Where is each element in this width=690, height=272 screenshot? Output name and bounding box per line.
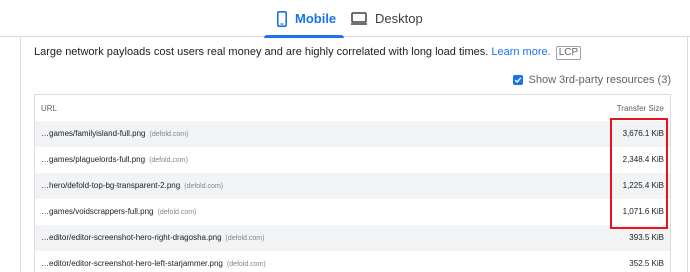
tab-desktop-label: Desktop <box>375 11 423 26</box>
table-header: URL Transfer Size <box>35 95 670 121</box>
tab-mobile[interactable]: Mobile <box>264 0 344 38</box>
row-host: (defold.com) <box>157 209 197 216</box>
row-url: …hero/defold-top-bg-transparent-2.png (de… <box>41 181 224 190</box>
third-party-toggle[interactable]: Show 3rd-party resources (3) <box>512 74 671 86</box>
row-host: (defold.com) <box>226 261 266 268</box>
column-header-transfer-size: Transfer Size <box>616 104 664 113</box>
checkbox-checked-icon[interactable] <box>512 75 523 85</box>
description-text: Large network payloads cost users real m… <box>34 46 492 58</box>
table-row[interactable]: …games/familyisland-full.png (defold.com)… <box>35 121 670 147</box>
row-host: (defold.com) <box>149 131 189 138</box>
row-url: …editor/editor-screenshot-hero-left-star… <box>41 259 266 268</box>
table-row[interactable]: …games/plaguelords-full.png (defold.com) … <box>35 147 670 173</box>
lcp-badge: LCP <box>555 46 582 60</box>
third-party-label: Show 3rd-party resources (3) <box>528 74 671 86</box>
table-row[interactable]: …hero/defold-top-bg-transparent-2.png (de… <box>35 173 670 199</box>
row-host: (defold.com) <box>225 235 265 242</box>
highlight-annotation-box <box>610 118 668 229</box>
row-transfer-size: 393.5 KiB <box>629 233 664 242</box>
device-tabs: Mobile Desktop <box>0 0 690 38</box>
learn-more-link[interactable]: Learn more. <box>491 46 550 58</box>
row-host: (defold.com) <box>184 183 224 190</box>
tab-desktop[interactable]: Desktop <box>351 0 423 37</box>
row-url: …games/plaguelords-full.png (defold.com) <box>41 155 188 164</box>
audit-description: Large network payloads cost users real m… <box>34 46 582 60</box>
table-row[interactable]: …games/voidscrappers-full.png (defold.com… <box>35 199 670 225</box>
resource-table: URL Transfer Size …games/familyisland-fu… <box>34 94 671 272</box>
smartphone-icon <box>277 10 287 27</box>
tab-mobile-label: Mobile <box>295 11 337 26</box>
row-host: (defold.com) <box>149 157 188 164</box>
desktop-monitor-icon <box>351 12 367 25</box>
column-header-url: URL <box>41 104 58 113</box>
table-row[interactable]: …editor/editor-screenshot-hero-left-star… <box>35 251 670 272</box>
row-url: …games/familyisland-full.png (defold.com) <box>41 129 189 138</box>
row-url: …editor/editor-screenshot-hero-right-dra… <box>41 233 265 242</box>
row-url: …games/voidscrappers-full.png (defold.com… <box>41 207 197 216</box>
row-transfer-size: 352.5 KiB <box>629 259 664 268</box>
table-row[interactable]: …editor/editor-screenshot-hero-right-dra… <box>35 225 670 251</box>
